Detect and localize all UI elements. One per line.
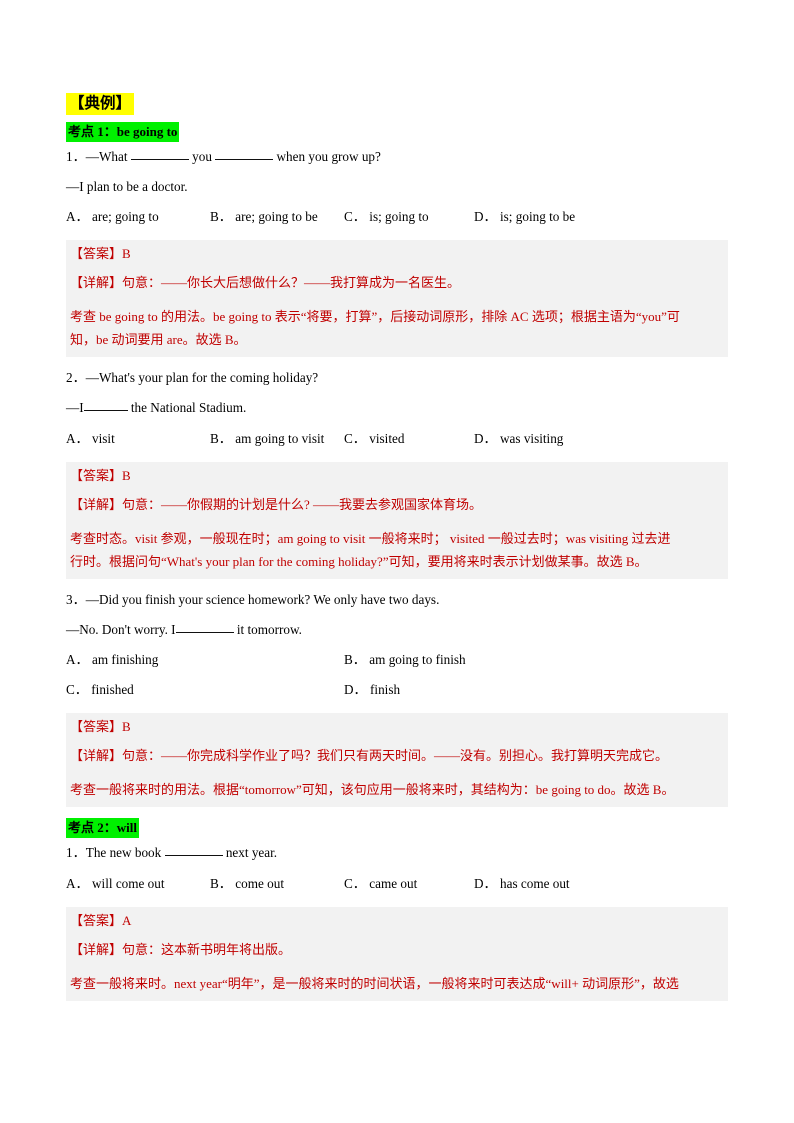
question-3-answer: 【答案】B — [70, 719, 131, 735]
question-4-option-d[interactable]: D． has come out — [474, 876, 570, 890]
page-title-text: 【典例】 — [66, 93, 135, 115]
question-3-reply-a: —No. Don't worry. I — [66, 622, 176, 638]
question-1-option-b[interactable]: B． are; going to be — [210, 210, 318, 223]
question-3-explain-intro: 【详解】句意：——你完成科学作业了吗？我们只有两天时间。——没有。别担心。我打算… — [70, 748, 669, 764]
question-4-stem: 1．The new book next year. — [66, 846, 728, 859]
question-2-stem-text: —What's your plan for the coming holiday… — [85, 370, 319, 386]
question-4-blank-1 — [164, 855, 223, 857]
question-2-explain-intro: 【详解】句意：——你假期的计划是什么? ——我要去参观国家体育场。 — [70, 496, 483, 512]
question-2-explain-body: 考查时态。visit 参观，一般现在时；am going to visit 一般… — [70, 527, 724, 573]
question-2-blank-1 — [83, 410, 128, 412]
question-2-reply-b: the National Stadium. — [130, 400, 247, 416]
question-1-answer-block: 【答案】B 【详解】句意：——你长大后想做什么？——我打算成为一名医生。 考查 … — [66, 239, 728, 358]
question-4-option-c[interactable]: C． came out — [344, 876, 417, 890]
question-4-option-b[interactable]: B． come out — [210, 876, 284, 890]
question-2-explain-line-2: 行时。根据问句“What's your plan for the coming … — [70, 553, 648, 569]
section-heading-1: 考点 1：be going to — [66, 121, 728, 142]
question-1-explain-body: 考查 be going to 的用法。be going to 表示“将要，打算”… — [70, 305, 724, 351]
question-2-answer-block: 【答案】B 【详解】句意：——你假期的计划是什么? ——我要去参观国家体育场。 … — [66, 461, 728, 579]
section-heading-1-text: 考点 1：be going to — [66, 121, 180, 142]
section-heading-2-text: 考点 2：will — [66, 818, 139, 839]
question-3-reply: —No. Don't worry. I it tomorrow. — [66, 623, 728, 636]
question-4-stem-a: The new book — [85, 845, 162, 861]
question-4-explain-body: 考查一般将来时。next year“明年”，是一般将来时的时间状语，一般将来时可… — [70, 972, 724, 995]
question-4-stem-b: next year. — [225, 845, 278, 861]
question-3-explain-line-1: 考查一般将来时的用法。根据“tomorrow”可知，该句应用一般将来时，其结构为… — [70, 782, 675, 798]
question-1-stem-a: —What — [85, 148, 128, 164]
question-4-options: A． will come out B． come out C． came out… — [66, 876, 728, 891]
question-1-answer: 【答案】B — [70, 245, 131, 261]
question-4-answer: 【答案】A — [70, 912, 132, 928]
question-4-option-a[interactable]: A． will come out — [66, 876, 165, 890]
question-2-option-a[interactable]: A． visit — [66, 431, 115, 445]
question-2-option-b[interactable]: B． am going to visit — [210, 431, 324, 445]
question-3-stem-text: —Did you finish your science homework? W… — [85, 591, 440, 607]
question-2-reply-a: —I — [66, 400, 84, 416]
question-1-option-a[interactable]: A． are; going to — [66, 210, 159, 223]
question-3-option-b[interactable]: B． am going to finish — [344, 653, 466, 666]
question-2-option-c[interactable]: C． visited — [344, 431, 404, 445]
question-3-explain-body: 考查一般将来时的用法。根据“tomorrow”可知，该句应用一般将来时，其结构为… — [70, 778, 724, 801]
question-4-number: 1． — [66, 845, 86, 861]
question-1-options: A． are; going to B． are; going to be C． … — [66, 210, 728, 224]
document-page: 【典例】 考点 1：be going to 1．—What you when y… — [0, 0, 794, 1123]
question-3-answer-block: 【答案】B 【详解】句意：——你完成科学作业了吗？我们只有两天时间。——没有。别… — [66, 713, 728, 808]
question-1-stem-b: you — [192, 148, 212, 164]
document-content: 【典例】 考点 1：be going to 1．—What you when y… — [66, 93, 728, 1015]
question-3-reply-b: it tomorrow. — [236, 622, 302, 638]
question-1-blank-2 — [215, 158, 274, 160]
question-3-stem: 3．—Did you finish your science homework?… — [66, 593, 728, 606]
question-2-reply: —I the National Stadium. — [66, 401, 728, 414]
page-title: 【典例】 — [66, 93, 728, 115]
question-3-option-c[interactable]: C． finished — [66, 683, 134, 696]
question-2-number: 2． — [66, 370, 86, 386]
question-3-number: 3． — [66, 591, 86, 607]
question-2-options: A． visit B． am going to visit C． visited… — [66, 431, 728, 446]
question-1-blank-1 — [130, 158, 189, 160]
question-4-explain-intro: 【详解】句意：这本新书明年将出版。 — [70, 941, 292, 957]
question-3-options-row-2: C． finished D． finish — [66, 683, 728, 697]
question-1-explain-line-2: 知，be 动词要用 are。故选 B。 — [70, 332, 247, 348]
question-1-reply: —I plan to be a doctor. — [66, 178, 188, 194]
question-1-stem-c: when you grow up? — [276, 148, 381, 164]
question-1-number: 1． — [66, 148, 86, 164]
question-3-option-a[interactable]: A． am finishing — [66, 653, 158, 666]
question-2-stem: 2．—What's your plan for the coming holid… — [66, 371, 728, 384]
question-3-option-d[interactable]: D． finish — [344, 683, 400, 696]
question-2-answer: 【答案】B — [70, 467, 131, 483]
question-1-explain-intro: 【详解】句意：——你长大后想做什么？——我打算成为一名医生。 — [70, 274, 461, 290]
question-1-option-c[interactable]: C． is; going to — [344, 210, 429, 223]
question-2-option-d[interactable]: D． was visiting — [474, 431, 563, 445]
question-3-options-row-1: A． am finishing B． am going to finish — [66, 653, 728, 667]
question-3-blank-1 — [175, 632, 234, 634]
question-4-answer-block: 【答案】A 【详解】句意：这本新书明年将出版。 考查一般将来时。next yea… — [66, 906, 728, 1001]
question-4-explain-line-1: 考查一般将来时。next year“明年”，是一般将来时的时间状语，一般将来时可… — [70, 975, 679, 991]
question-2-explain-line-1: 考查时态。visit 参观，一般现在时；am going to visit 一般… — [70, 530, 671, 546]
section-heading-2: 考点 2：will — [66, 818, 728, 839]
question-1-option-d[interactable]: D． is; going to be — [474, 210, 575, 223]
question-1-explain-line-1: 考查 be going to 的用法。be going to 表示“将要，打算”… — [70, 308, 680, 324]
question-1-stem: 1．—What you when you grow up? — [66, 148, 728, 164]
